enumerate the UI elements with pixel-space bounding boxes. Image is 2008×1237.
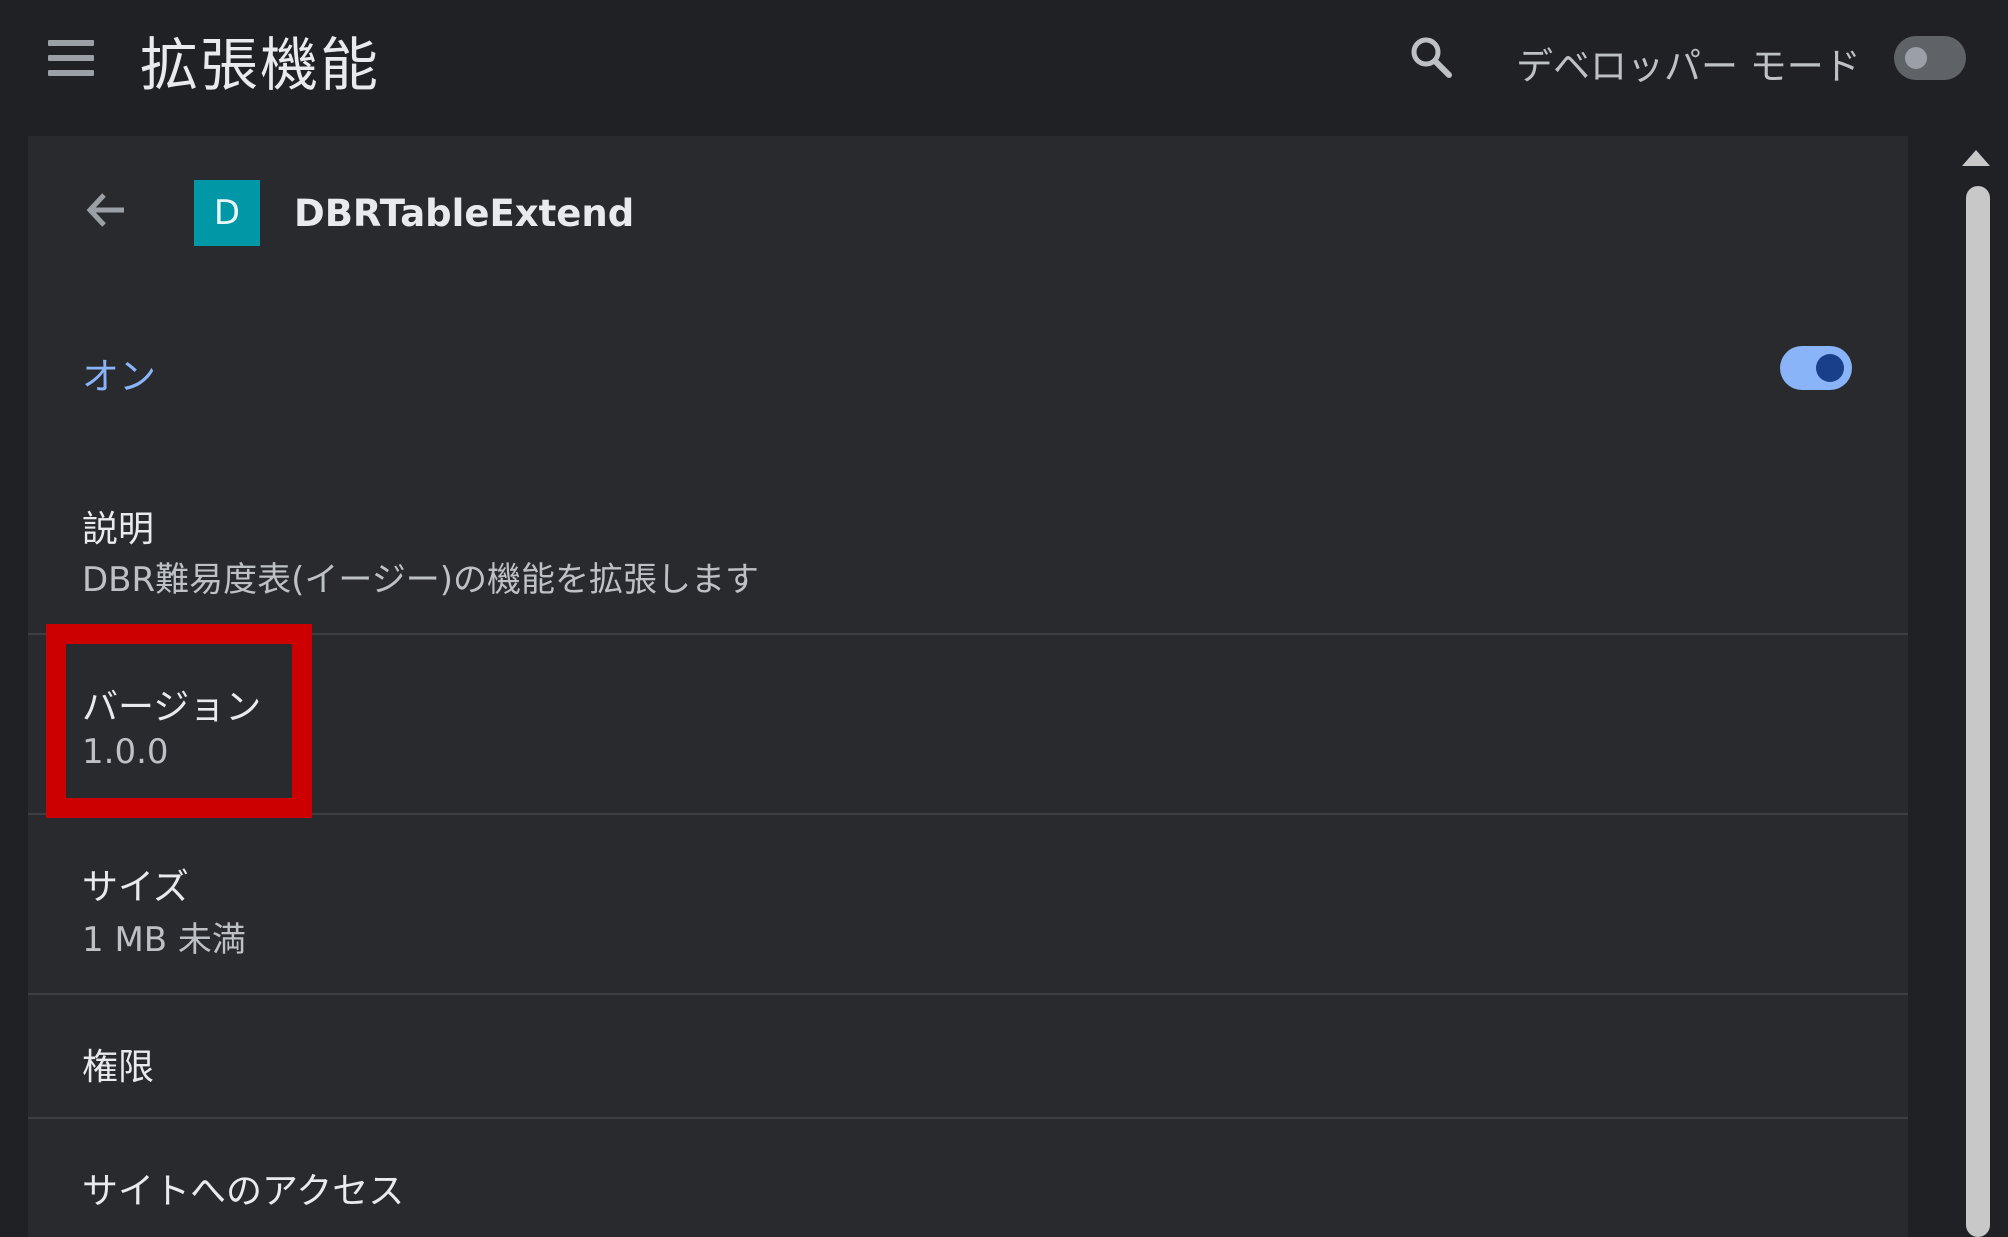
version-value: 1.0.0 [82, 732, 169, 772]
toggle-knob [1816, 354, 1844, 382]
divider [28, 633, 1908, 635]
size-label: サイズ [82, 867, 189, 908]
description-label: 説明 [82, 509, 155, 550]
enabled-label: オン [82, 355, 156, 398]
back-arrow-icon[interactable] [82, 186, 130, 234]
extension-icon: D [194, 180, 260, 246]
divider [28, 813, 1908, 815]
page-title: 拡張機能 [140, 31, 381, 99]
top-bar: 拡張機能 デベロッパー モード [0, 0, 2008, 122]
menu-icon[interactable] [48, 38, 96, 78]
version-label: バージョン [82, 687, 262, 728]
toggle-knob [1905, 47, 1927, 69]
extension-name: DBRTableExtend [294, 192, 635, 235]
size-value: 1 MB 未満 [82, 920, 246, 960]
developer-mode-label: デベロッパー モード [1516, 45, 1861, 88]
divider [28, 993, 1908, 995]
scrollbar-thumb[interactable] [1966, 186, 1990, 1237]
search-icon[interactable] [1408, 34, 1454, 80]
enabled-toggle[interactable] [1780, 346, 1852, 390]
permissions-label: 権限 [82, 1047, 155, 1088]
developer-mode-toggle[interactable] [1894, 36, 1966, 80]
divider [28, 1117, 1908, 1119]
site-access-label[interactable]: サイトへのアクセス [82, 1162, 404, 1214]
extension-detail-card: D DBRTableExtend オン 説明 DBR難易度表(イージー)の機能を… [28, 136, 1908, 1237]
scroll-up-arrow-icon[interactable] [1962, 150, 1990, 166]
description-value: DBR難易度表(イージー)の機能を拡張します [82, 560, 759, 600]
